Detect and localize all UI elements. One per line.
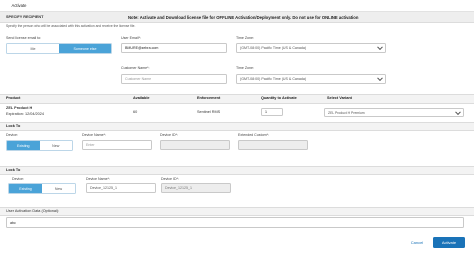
available-value: 60 bbox=[133, 110, 138, 114]
lock-to-title-1: Lock To bbox=[6, 123, 21, 128]
time-zone-select[interactable]: (GMT-08:00) Pacific Time (US & Canada) bbox=[236, 43, 386, 53]
device-option-new-2[interactable]: New bbox=[42, 184, 75, 193]
product-table-header bbox=[0, 94, 474, 104]
section-title: SPECIFY RECIPIENT bbox=[6, 15, 44, 19]
send-option-me[interactable]: Me bbox=[7, 44, 59, 53]
time-zone-label: Time Zone: bbox=[236, 36, 255, 40]
cancel-button[interactable]: Cancel bbox=[404, 238, 430, 247]
device-name-field-2[interactable]: Device_12125_1 bbox=[86, 183, 156, 193]
user-email-field[interactable]: BMURE@zebra.com bbox=[121, 43, 227, 53]
device-name-label-1: Device Name*: bbox=[82, 133, 106, 137]
device-id-label-2: Device ID*: bbox=[161, 177, 179, 181]
device-id-field-2: Device_12125_1 bbox=[161, 183, 231, 193]
device-toggle-1[interactable]: Existing New bbox=[6, 140, 73, 151]
device-label-2: Device: bbox=[12, 177, 24, 181]
time-zone-2-label: Time Zone: bbox=[236, 66, 255, 70]
send-email-label: Send license email to: bbox=[6, 36, 42, 40]
chevron-down-icon bbox=[377, 44, 383, 51]
device-id-label-1: Device ID*: bbox=[160, 133, 178, 137]
device-name-label-2: Device Name*: bbox=[86, 177, 110, 181]
extended-label-1: Extended Custom*: bbox=[238, 133, 269, 137]
user-email-label: User Email*: bbox=[121, 36, 141, 40]
enforcement-value: Sentinel RMS bbox=[197, 110, 221, 114]
device-toggle-2[interactable]: Existing New bbox=[8, 183, 76, 194]
lock-to-title-2: Lock To bbox=[6, 167, 21, 172]
section-hint: Specify the person who will be associate… bbox=[6, 24, 136, 28]
device-id-field-1 bbox=[160, 140, 230, 150]
col-variant: Select Variant bbox=[327, 96, 352, 100]
col-product: Product bbox=[6, 96, 21, 100]
variant-value: ZEL Product H Premium bbox=[328, 110, 365, 115]
send-email-toggle[interactable]: Me Someone else bbox=[6, 43, 112, 54]
chevron-down-icon bbox=[377, 75, 383, 82]
device-label-1: Device: bbox=[6, 133, 18, 137]
col-available: Available bbox=[133, 96, 150, 100]
col-quantity: Quantity to Activate bbox=[261, 96, 297, 100]
offline-note: Note: Activate and Download license file… bbox=[128, 14, 359, 20]
user-activation-header bbox=[0, 207, 474, 216]
chevron-down-icon bbox=[455, 109, 461, 115]
col-enforcement: Enforcement bbox=[197, 96, 221, 100]
user-activation-field[interactable]: abc bbox=[6, 217, 464, 228]
variant-select[interactable]: ZEL Product H Premium bbox=[324, 108, 464, 117]
user-activation-label: User Activation Data (Optional): bbox=[6, 208, 60, 213]
quantity-input[interactable]: 1 bbox=[261, 108, 283, 116]
extended-field-1 bbox=[238, 140, 308, 150]
time-zone-2-select[interactable]: (GMT-08:00) Pacific Time (US & Canada) bbox=[236, 74, 386, 84]
customer-name-label: Customer Name*: bbox=[121, 66, 150, 70]
time-zone-2-value: (GMT-08:00) Pacific Time (US & Canada) bbox=[240, 77, 307, 81]
device-option-existing-1[interactable]: Existing bbox=[7, 141, 40, 150]
send-option-someone-else[interactable]: Someone else bbox=[59, 44, 111, 53]
time-zone-value: (GMT-08:00) Pacific Time (US & Canada) bbox=[240, 46, 307, 50]
activate-button[interactable]: Activate bbox=[433, 237, 465, 248]
customer-name-field[interactable]: Customer Name bbox=[121, 74, 227, 84]
lock-to-header-2 bbox=[0, 166, 474, 175]
lock-to-header-1 bbox=[0, 122, 474, 131]
product-expiration: Expiration: 12/04/2024 bbox=[6, 112, 44, 116]
device-option-existing-2[interactable]: Existing bbox=[9, 184, 42, 193]
product-name: ZEL Product H bbox=[6, 106, 33, 110]
device-option-new-1[interactable]: New bbox=[39, 141, 72, 150]
device-name-field-1[interactable]: Enter bbox=[82, 140, 152, 150]
